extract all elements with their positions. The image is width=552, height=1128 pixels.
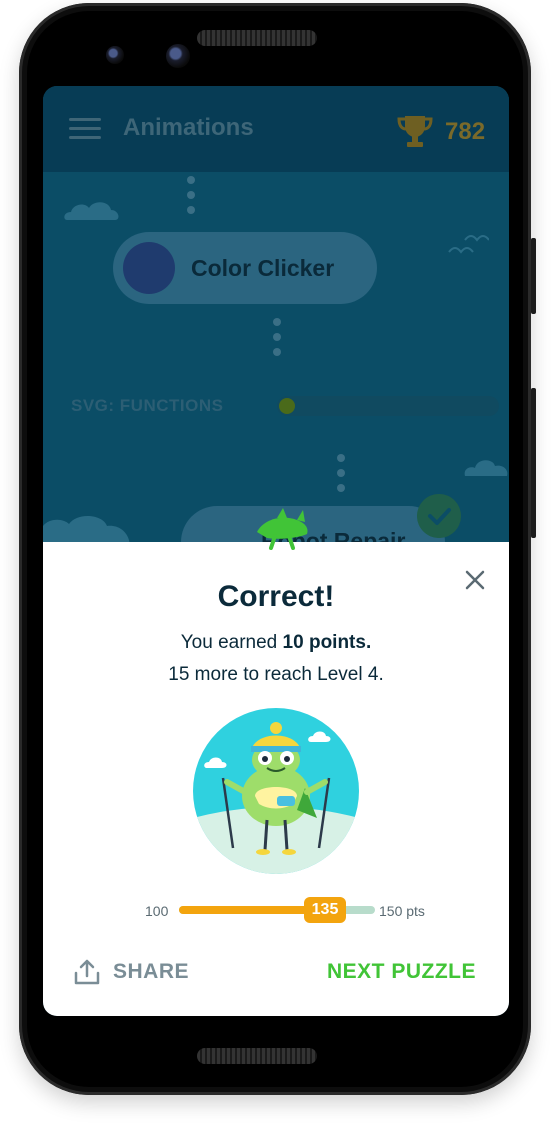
section-label: SVG: FUNCTIONS — [71, 396, 224, 415]
app-bar: Animations 782 — [43, 86, 509, 172]
progress-min-label: 100 — [145, 903, 169, 919]
result-heading: Correct! — [217, 580, 335, 613]
cloud-decoration — [464, 460, 508, 476]
cloud-decoration — [64, 202, 119, 220]
bottom-speaker — [197, 1048, 317, 1064]
share-button[interactable]: SHARE — [73, 956, 223, 990]
points-earned-prefix: You earned — [180, 632, 283, 653]
next-puzzle-button[interactable]: NEXT PUZZLE — [327, 960, 476, 984]
grasshopper-logo-icon — [257, 508, 308, 550]
share-label: SHARE — [113, 960, 190, 983]
lesson-node-color-clicker[interactable]: Color Clicker — [113, 232, 377, 304]
lesson-node-label: Color Clicker — [191, 255, 335, 281]
score-count: 782 — [445, 118, 486, 145]
points-earned-value: 10 points. — [282, 632, 372, 653]
share-icon — [74, 959, 100, 985]
app-screen: Animations 782 Color Clicker SVG: FUNCTI… — [43, 86, 509, 1016]
progress-max-label: 150 pts — [379, 903, 425, 919]
path-connector — [187, 176, 195, 221]
power-button — [531, 238, 536, 314]
top-speaker — [197, 30, 317, 46]
points-progress-value: 135 — [304, 897, 346, 923]
volume-button — [531, 388, 536, 538]
section-progress-fill — [279, 398, 295, 414]
trophy-icon — [397, 116, 433, 147]
front-sensor — [106, 46, 124, 64]
front-camera — [166, 44, 190, 68]
level-progress-text: 15 more to reach Level 4. — [168, 664, 384, 685]
app-title: Animations — [123, 114, 254, 141]
hamburger-icon[interactable] — [69, 118, 101, 140]
points-earned-text: You earned 10 points. — [43, 632, 509, 654]
check-icon — [417, 494, 461, 538]
path-connector — [337, 454, 345, 499]
birds-decoration — [448, 235, 489, 254]
section-progress-track — [277, 396, 499, 416]
skier-mascot-illustration — [193, 708, 359, 874]
points-progress-fill — [179, 906, 317, 914]
path-connector — [273, 318, 281, 363]
lesson-node-thumbnail — [123, 242, 175, 294]
